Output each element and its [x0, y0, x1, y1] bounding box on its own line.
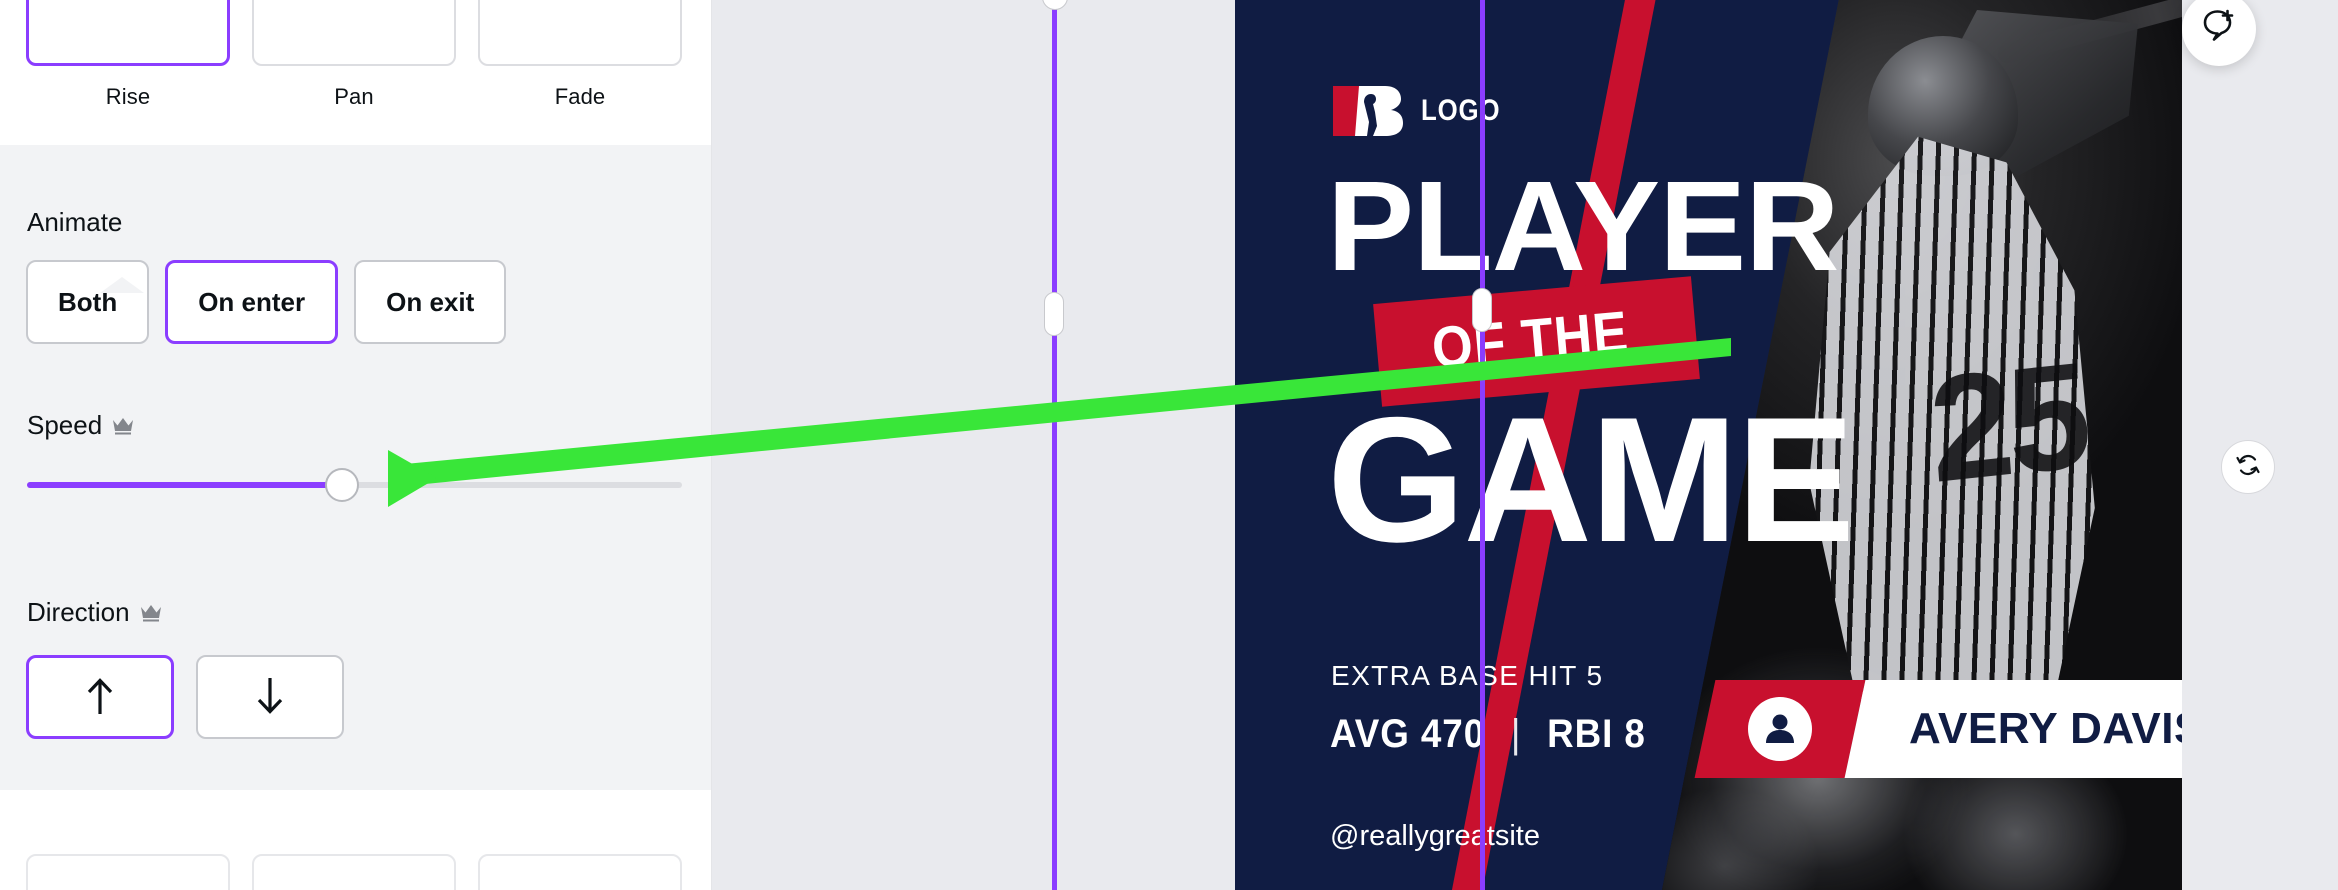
flip-rotate-button[interactable] [2221, 440, 2275, 494]
name-banner-avatar-area [1694, 680, 1866, 778]
poster-stat-separator: | [1510, 712, 1522, 756]
effect-thumbnail-row: Rise Pan Fade [0, 0, 711, 110]
arrow-down-icon [253, 676, 287, 719]
name-banner-text-area: AVERY DAVIS [1844, 680, 2182, 778]
effect-thumb-pan[interactable] [252, 0, 456, 66]
design-canvas[interactable]: 25 LOGO PLAYER OF THE GAME EXTRA BASE HI… [712, 0, 2338, 890]
direction-title-text: Direction [27, 597, 130, 627]
effect-label-pan: Pan [334, 84, 374, 109]
animate-title-text: Animate [27, 207, 123, 237]
poster-stat-row[interactable]: AVG 470 | RBI 8 [1330, 712, 1646, 757]
direction-option-up[interactable] [26, 655, 174, 739]
poster-headline-game[interactable]: GAME [1327, 390, 1855, 568]
poster-stat-avg: AVG 470 [1330, 712, 1486, 756]
baseball-batter-logo-icon [1331, 82, 1407, 140]
effect-card-fade[interactable]: Fade [478, 0, 682, 110]
effect-options-block: Animate Both On enter On exit Speed Dire… [0, 145, 711, 790]
speed-slider[interactable] [27, 465, 682, 505]
player-name-text: AVERY DAVIS [1909, 704, 2182, 753]
player-name-banner[interactable]: AVERY DAVIS [1694, 680, 2182, 778]
effect-thumb-fade[interactable] [478, 0, 682, 66]
more-effects-row [26, 854, 682, 890]
animate-section-title: Animate [27, 207, 122, 238]
effect-thumb-rise[interactable] [26, 0, 230, 66]
selection-guide-left[interactable] [1052, 0, 1057, 890]
animation-settings-panel: Rise Pan Fade Animate Both On enter On e… [0, 0, 712, 890]
effect-thumb-extra-2[interactable] [252, 854, 456, 890]
rotate-refresh-icon [2234, 451, 2262, 484]
poster-logo[interactable]: LOGO [1331, 82, 1513, 140]
direction-option-row [26, 655, 344, 739]
selection-resize-handle-right[interactable] [1472, 288, 1492, 332]
effect-thumb-extra-1[interactable] [26, 854, 230, 890]
animate-option-on-enter[interactable]: On enter [165, 260, 339, 344]
poster-social-handle[interactable]: @reallygreatsite [1330, 820, 1540, 853]
panel-caret [100, 277, 144, 293]
person-icon [1748, 697, 1812, 761]
selection-rotate-handle[interactable] [1042, 0, 1068, 10]
animate-option-on-exit[interactable]: On exit [354, 260, 507, 344]
add-comment-icon [2200, 8, 2238, 51]
speed-slider-thumb[interactable] [325, 468, 359, 502]
add-comment-button[interactable] [2182, 0, 2256, 66]
speed-title-text: Speed [27, 410, 103, 440]
direction-option-down[interactable] [196, 655, 344, 739]
selection-guide-right[interactable] [1480, 0, 1485, 890]
effect-label-fade: Fade [554, 84, 606, 109]
poster-headline-tag-text: OF THE [1429, 299, 1632, 381]
effect-card-pan[interactable]: Pan [252, 0, 456, 110]
crown-icon [112, 417, 134, 435]
poster-stat-rbi: RBI 8 [1547, 712, 1646, 756]
poster-design[interactable]: 25 LOGO PLAYER OF THE GAME EXTRA BASE HI… [1235, 0, 2182, 890]
speed-slider-fill [27, 482, 337, 488]
crown-icon [140, 604, 162, 622]
jersey-number: 25 [1924, 330, 2091, 514]
poster-headline-player[interactable]: PLAYER [1327, 163, 1839, 291]
selection-resize-handle-left[interactable] [1044, 292, 1064, 336]
poster-stat-line[interactable]: EXTRA BASE HIT 5 [1331, 660, 1603, 692]
poster-logo-text: LOGO [1421, 94, 1501, 127]
speed-section-title: Speed [27, 410, 134, 441]
direction-section-title: Direction [27, 597, 162, 628]
animate-option-both[interactable]: Both [26, 260, 150, 344]
effect-label-rise: Rise [105, 84, 151, 109]
effect-card-rise[interactable]: Rise [26, 0, 230, 110]
arrow-up-icon [83, 676, 117, 719]
animate-option-row: Both On enter On exit [26, 260, 507, 344]
effect-thumb-extra-3[interactable] [478, 854, 682, 890]
app-root: Rise Pan Fade Animate Both On enter On e… [0, 0, 2338, 890]
